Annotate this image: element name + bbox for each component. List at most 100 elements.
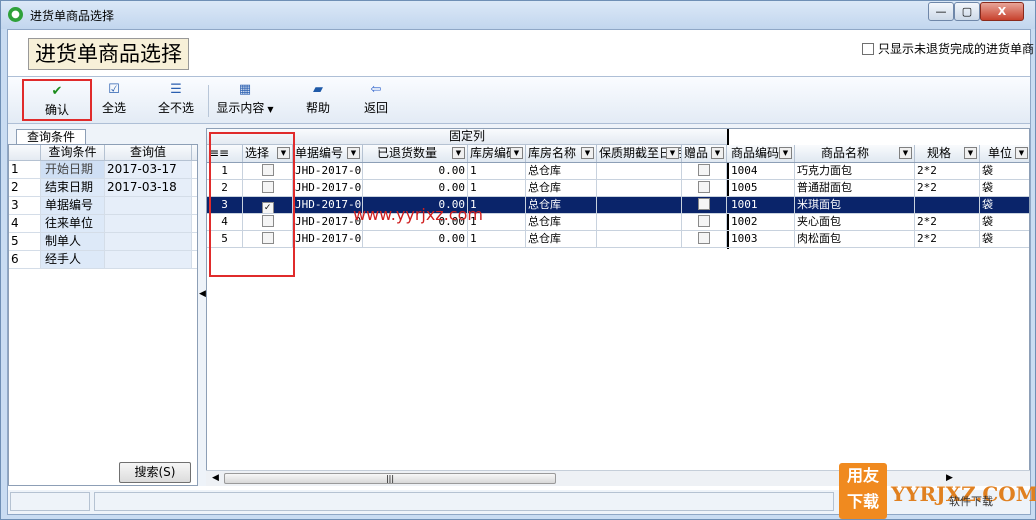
query-row[interactable]: 6 经手人	[9, 251, 197, 269]
cell-name[interactable]: 巧克力面包	[795, 163, 915, 179]
cell-code[interactable]: 1002	[729, 214, 795, 230]
cell-code[interactable]: 1001	[729, 197, 795, 213]
cell-name[interactable]: 普通甜面包	[795, 180, 915, 196]
chevron-left-icon[interactable]: ◀	[199, 289, 206, 299]
gift-checkbox[interactable]	[698, 164, 710, 176]
cell-unit[interactable]: 袋	[980, 163, 1029, 179]
col-goods-code[interactable]: 商品编码 ▼	[729, 145, 795, 162]
col-doc-number[interactable]: 单据编号 ▼	[293, 145, 363, 162]
cell-whname[interactable]: 总仓库	[526, 231, 597, 247]
dropdown-arrow-icon[interactable]: ▼	[711, 147, 724, 159]
unreturned-only-checkbox[interactable]	[862, 43, 874, 55]
scroll-left-icon[interactable]: ◀	[212, 473, 219, 483]
back-button[interactable]: ⇦ 返回	[358, 79, 394, 121]
cell-qty[interactable]: 0.00	[363, 231, 468, 247]
select-checkbox[interactable]	[261, 232, 274, 244]
query-row[interactable]: 2 结束日期 2017-03-18	[9, 179, 197, 197]
select-checkbox[interactable]	[261, 215, 274, 227]
cell-chk[interactable]	[243, 163, 293, 179]
cell-unit[interactable]: 袋	[980, 214, 1029, 230]
col-returned-qty[interactable]: 已退货数量 ▼	[363, 145, 468, 162]
select-none-button[interactable]: ☰ 全不选	[150, 79, 202, 121]
col-spec[interactable]: 规格 ▼	[915, 145, 980, 162]
minimize-button[interactable]: —	[928, 2, 954, 21]
cell-name[interactable]: 肉松面包	[795, 231, 915, 247]
col-goods-name[interactable]: 商品名称 ▼	[795, 145, 915, 162]
select-checkbox[interactable]	[261, 164, 274, 176]
cell-spec[interactable]: 2*2	[915, 180, 980, 196]
cell-chk[interactable]	[243, 231, 293, 247]
cell-gift[interactable]	[682, 214, 727, 230]
table-row[interactable]: 4 JHD-2017-03 0.00 1 总仓库 1002 夹心面包 2*2 袋	[207, 214, 1029, 231]
col-gift[interactable]: 赠品 ▼	[682, 145, 727, 162]
splitter[interactable]: ◀	[198, 144, 206, 486]
dropdown-arrow-icon[interactable]: ▼	[347, 147, 360, 159]
query-row[interactable]: 4 往来单位	[9, 215, 197, 233]
close-button[interactable]: X	[980, 2, 1024, 21]
table-row[interactable]: 2 JHD-2017-03 0.00 1 总仓库 1005 普通甜面包 2*2 袋	[207, 180, 1029, 197]
dropdown-arrow-icon[interactable]: ▼	[779, 147, 792, 159]
dropdown-arrow-icon[interactable]: ▼	[267, 105, 273, 114]
dropdown-arrow-icon[interactable]: ▼	[964, 147, 977, 159]
col-expiry[interactable]: 保质期截至日期 ▼	[597, 145, 682, 162]
cell-whname[interactable]: 总仓库	[526, 197, 597, 213]
cell-chk[interactable]: ✓	[243, 197, 293, 213]
confirm-button[interactable]: ✔ 确认	[22, 79, 92, 121]
cell-qty[interactable]: 0.00	[363, 180, 468, 196]
cell-exp[interactable]	[597, 214, 682, 230]
cell-n[interactable]: 2	[207, 180, 243, 196]
cell-exp[interactable]	[597, 180, 682, 196]
cell-chk[interactable]	[243, 180, 293, 196]
cell-gift[interactable]	[682, 231, 727, 247]
col-select[interactable]: 选择 ▼	[243, 145, 293, 162]
start-date-value[interactable]: 2017-03-17	[107, 162, 177, 176]
dropdown-arrow-icon[interactable]: ▼	[452, 147, 465, 159]
gift-checkbox[interactable]	[698, 198, 710, 210]
cell-n[interactable]: 1	[207, 163, 243, 179]
display-content-button[interactable]: ▦ 显示内容 ▼	[212, 79, 278, 121]
cell-code[interactable]: 1003	[729, 231, 795, 247]
col-warehouse-name[interactable]: 库房名称 ▼	[526, 145, 597, 162]
cell-whname[interactable]: 总仓库	[526, 163, 597, 179]
gift-checkbox[interactable]	[698, 215, 710, 227]
cell-whcode[interactable]: 1	[468, 231, 526, 247]
col-unit[interactable]: 单位 ▼	[980, 145, 1029, 162]
creator-value[interactable]	[105, 233, 192, 250]
cell-whname[interactable]: 总仓库	[526, 180, 597, 196]
row-header-icon[interactable]: ≡≡	[207, 145, 243, 162]
partner-value[interactable]	[105, 215, 192, 232]
tab-query-conditions[interactable]: 查询条件	[16, 129, 86, 144]
cell-exp[interactable]	[597, 231, 682, 247]
query-row[interactable]: 3 单据编号	[9, 197, 197, 215]
help-button[interactable]: ▰ 帮助	[298, 79, 338, 121]
scroll-thumb[interactable]: |||	[224, 473, 556, 484]
gift-checkbox[interactable]	[698, 232, 710, 244]
select-checkbox[interactable]	[261, 181, 274, 193]
end-date-value[interactable]: 2017-03-18	[105, 179, 192, 196]
cell-whcode[interactable]: 1	[468, 163, 526, 179]
cell-n[interactable]: 4	[207, 214, 243, 230]
query-row-value[interactable]: 2017-03-17···	[105, 161, 192, 178]
cell-spec[interactable]: 2*2	[915, 231, 980, 247]
select-all-button[interactable]: ☑ 全选	[94, 79, 134, 121]
cell-exp[interactable]	[597, 163, 682, 179]
dropdown-arrow-icon[interactable]: ▼	[277, 147, 290, 159]
dropdown-arrow-icon[interactable]: ▼	[510, 147, 523, 159]
cell-whname[interactable]: 总仓库	[526, 214, 597, 230]
unreturned-only-option[interactable]: 只显示未退货完成的进货单商	[862, 40, 1034, 57]
cell-gift[interactable]	[682, 197, 727, 213]
cell-doc[interactable]: JHD-2017-03	[293, 231, 363, 247]
cell-spec[interactable]: 2*2	[915, 214, 980, 230]
dropdown-arrow-icon[interactable]: ▼	[899, 147, 912, 159]
query-row[interactable]: 5 制单人	[9, 233, 197, 251]
cell-gift[interactable]	[682, 180, 727, 196]
cell-code[interactable]: 1005	[729, 180, 795, 196]
col-warehouse-code[interactable]: 库房编码 ▼	[468, 145, 526, 162]
cell-doc[interactable]: JHD-2017-03	[293, 163, 363, 179]
gift-checkbox[interactable]	[698, 181, 710, 193]
dropdown-arrow-icon[interactable]: ▼	[666, 147, 679, 159]
cell-unit[interactable]: 袋	[980, 231, 1029, 247]
select-checkbox[interactable]: ✓	[261, 202, 274, 213]
cell-spec[interactable]: 2*2	[915, 163, 980, 179]
cell-whcode[interactable]: 1	[468, 180, 526, 196]
